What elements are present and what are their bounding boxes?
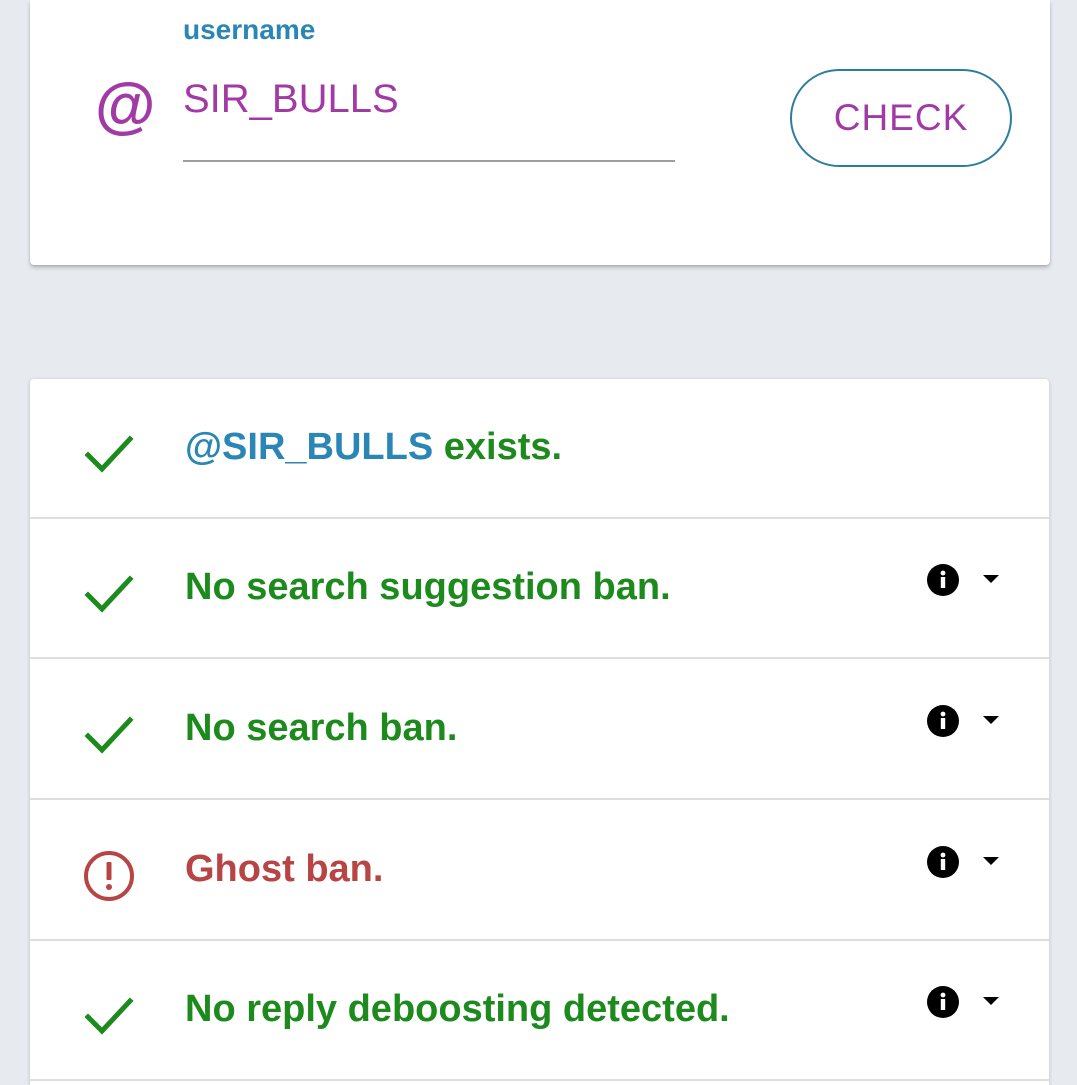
chevron-down-icon[interactable] (981, 854, 1001, 868)
result-message: exists. (433, 426, 563, 468)
result-message: No reply deboosting detected. (185, 988, 730, 1030)
check-icon (84, 435, 134, 473)
info-icon[interactable] (927, 846, 959, 878)
info-icon[interactable] (927, 986, 959, 1018)
at-sign-icon: @ (94, 72, 155, 141)
result-row-exists: @SIR_BULLS exists. (30, 379, 1049, 519)
results-list: @SIR_BULLS exists. No search suggestion … (30, 379, 1049, 1085)
username-input[interactable] (183, 78, 675, 162)
chevron-down-icon[interactable] (981, 572, 1001, 586)
result-message: Ghost ban. (185, 848, 384, 890)
result-row-search-ban: No search ban. (30, 660, 1049, 800)
username-label: username (183, 14, 316, 45)
chevron-down-icon[interactable] (981, 713, 1001, 727)
username-handle: @SIR_BULLS (185, 426, 434, 468)
result-row-search-suggestion-ban: No search suggestion ban. (30, 519, 1049, 659)
result-message: No search ban. (185, 707, 458, 749)
info-icon[interactable] (927, 705, 959, 737)
result-message: No search suggestion ban. (185, 566, 671, 608)
username-form-card: username @ CHECK (30, 0, 1050, 265)
chevron-down-icon[interactable] (981, 994, 1001, 1008)
check-icon (84, 716, 134, 754)
result-text: @SIR_BULLS exists. (185, 426, 562, 469)
check-icon (84, 575, 134, 613)
alert-circle-icon (84, 851, 134, 901)
result-row-reply-deboosting: No reply deboosting detected. (30, 941, 1049, 1081)
check-icon (84, 997, 134, 1035)
info-icon[interactable] (927, 564, 959, 596)
check-button[interactable]: CHECK (790, 69, 1012, 167)
result-row-ghost-ban: Ghost ban. (30, 801, 1049, 941)
